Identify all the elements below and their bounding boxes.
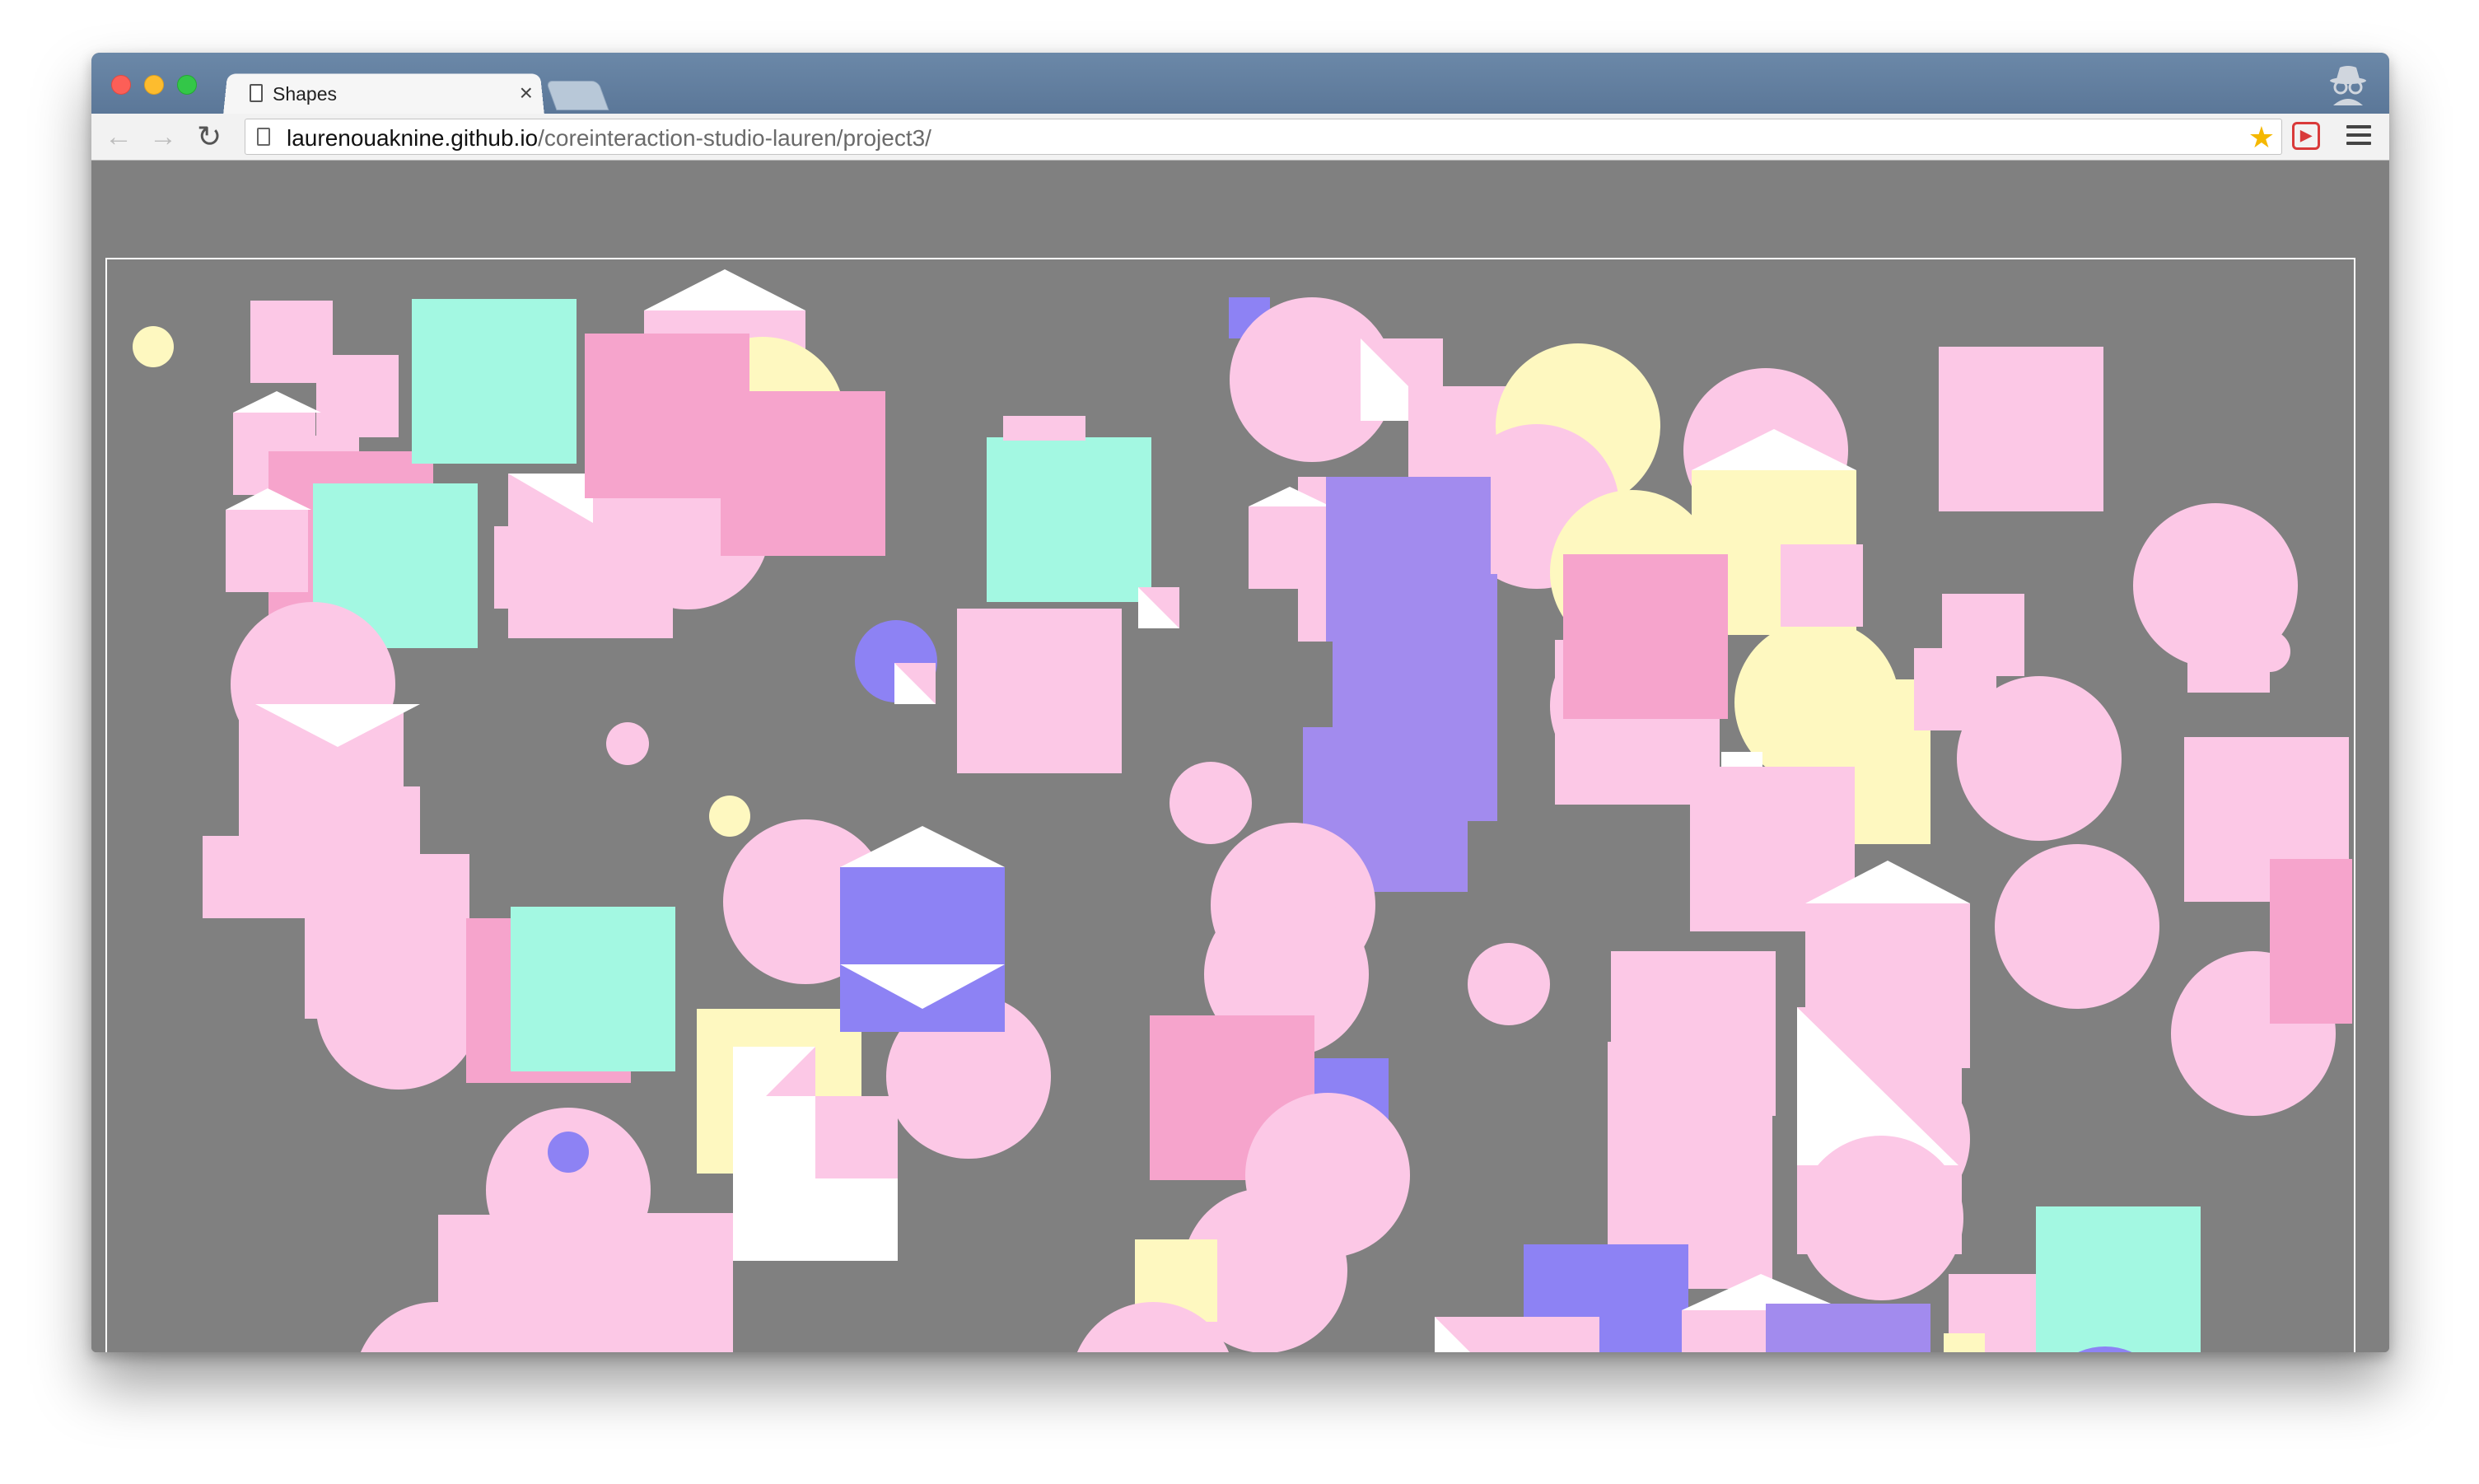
page-icon	[257, 128, 270, 146]
url-host: laurenouaknine.github.io	[287, 125, 539, 151]
address-bar[interactable]: laurenouaknine.github.io/coreinteraction…	[245, 119, 2282, 155]
pink-circle	[1995, 844, 2159, 1009]
violet-circle	[548, 1132, 589, 1173]
violet-square	[840, 867, 1005, 961]
close-window-button[interactable]	[111, 75, 131, 95]
pink-square	[535, 1213, 733, 1352]
pink-square	[316, 355, 399, 437]
yellow-circle	[133, 326, 174, 367]
zoom-window-button[interactable]	[177, 75, 197, 95]
title-bar: Shapes ×	[91, 53, 2389, 115]
pink-square	[957, 609, 1122, 773]
new-tab-button[interactable]	[545, 81, 609, 110]
pink-square	[815, 1096, 898, 1178]
pink-square	[1003, 416, 1085, 441]
lavender-square	[1766, 1304, 1930, 1352]
pink-circle	[316, 925, 481, 1090]
pink-circle	[1799, 1136, 1963, 1300]
page-viewport	[91, 161, 2389, 1352]
hotpink-square	[1563, 554, 1728, 719]
pink-circle	[606, 722, 649, 765]
pink-square	[203, 836, 285, 918]
mint-square	[2036, 1206, 2201, 1352]
lavender-square	[1326, 477, 1491, 642]
extension-icon[interactable]: ▶	[2292, 122, 2320, 150]
browser-window: Shapes × ← → ↻ laurenouaknine.github.io/…	[91, 53, 2389, 1352]
hamburger-menu-icon[interactable]	[2346, 125, 2371, 150]
pink-square	[226, 510, 308, 592]
page-icon	[250, 84, 263, 102]
url-text[interactable]: laurenouaknine.github.io/coreinteraction…	[287, 125, 931, 152]
browser-toolbar: ← → ↻ laurenouaknine.github.io/coreinter…	[91, 114, 2389, 161]
mint-square	[987, 437, 1151, 602]
mint-square	[511, 907, 675, 1071]
mint-square	[412, 299, 577, 464]
bookmark-star-icon[interactable]: ★	[2248, 121, 2275, 154]
url-path: /coreinteraction-studio-lauren/project3/	[538, 125, 931, 151]
shapes-canvas	[105, 258, 2355, 1352]
close-tab-button[interactable]: ×	[520, 79, 533, 107]
pink-circle	[1957, 676, 2122, 841]
tab-title: Shapes	[273, 83, 338, 105]
hotpink-square	[2270, 859, 2352, 1024]
yellow-circle	[709, 796, 750, 837]
pink-square	[1249, 506, 1331, 589]
yellow-square	[1944, 1333, 1985, 1352]
pink-circle	[2249, 631, 2290, 672]
hotpink-square	[721, 391, 885, 556]
pink-circle	[1468, 943, 1550, 1025]
shapes-svg	[133, 269, 2352, 1352]
pink-circle	[1169, 762, 1252, 844]
tab-content: Shapes ×	[240, 72, 544, 115]
pink-square	[1781, 544, 1863, 627]
reload-icon[interactable]: ↻	[197, 120, 222, 153]
white-triangle	[644, 269, 805, 310]
forward-arrow-icon[interactable]: →	[149, 120, 177, 153]
white-triangle	[233, 391, 321, 413]
minimize-window-button[interactable]	[144, 75, 164, 95]
pink-square	[1939, 347, 2103, 511]
incognito-icon	[2330, 66, 2366, 105]
back-arrow-icon[interactable]: ←	[105, 120, 133, 153]
